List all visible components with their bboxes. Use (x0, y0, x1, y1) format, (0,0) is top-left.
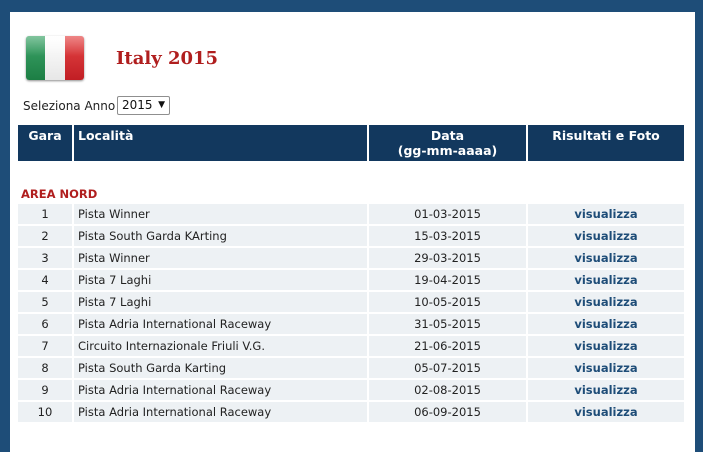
column-header-date: Data (gg-mm-aaaa) (369, 125, 526, 161)
view-results-link[interactable]: visualizza (528, 204, 684, 224)
table-row: 6 Pista Adria International Raceway 31-05-… (18, 314, 684, 334)
page-title: Italy 2015 (116, 48, 219, 69)
column-header-location: Località (74, 125, 367, 161)
race-number: 6 (18, 314, 72, 334)
race-number: 2 (18, 226, 72, 246)
race-date: 19-04-2015 (369, 270, 526, 290)
race-number: 9 (18, 380, 72, 400)
view-results-link[interactable]: visualizza (528, 336, 684, 356)
race-number: 10 (18, 402, 72, 422)
year-select[interactable]: 2015 ▼ (117, 96, 170, 115)
table-row: 10 Pista Adria International Raceway 06-09… (18, 402, 684, 422)
table-row: 3 Pista Winner 29-03-2015 visualizza (18, 248, 684, 268)
view-results-link[interactable]: visualizza (528, 292, 684, 312)
race-date: 15-03-2015 (369, 226, 526, 246)
column-header-results: Risultati e Foto (528, 125, 684, 161)
race-location: Pista Adria International Raceway (74, 402, 367, 422)
race-date: 05-07-2015 (369, 358, 526, 378)
year-select-value: 2015 (122, 98, 153, 112)
race-location: Pista South Garda Karting (74, 358, 367, 378)
race-location: Pista 7 Laghi (74, 270, 367, 290)
race-number: 1 (18, 204, 72, 224)
race-location: Circuito Internazionale Friuli V.G. (74, 336, 367, 356)
content-panel: Italy 2015 Seleziona Anno 2015 ▼ Gara Lo… (10, 12, 695, 452)
table-row: 7 Circuito Internazionale Friuli V.G. 21-0… (18, 336, 684, 356)
race-number: 3 (18, 248, 72, 268)
race-number: 8 (18, 358, 72, 378)
race-date: 01-03-2015 (369, 204, 526, 224)
race-number: 7 (18, 336, 72, 356)
table-header: Gara Località Data (gg-mm-aaaa) Risultat… (18, 125, 684, 161)
race-date: 06-09-2015 (369, 402, 526, 422)
view-results-link[interactable]: visualizza (528, 314, 684, 334)
race-list: 1 Pista Winner 01-03-2015 visualizza 2 Pista … (18, 204, 684, 424)
column-header-race: Gara (18, 125, 72, 161)
table-row: 9 Pista Adria International Raceway 02-08-… (18, 380, 684, 400)
race-date: 02-08-2015 (369, 380, 526, 400)
table-row: 1 Pista Winner 01-03-2015 visualizza (18, 204, 684, 224)
race-location: Pista Adria International Raceway (74, 380, 367, 400)
race-date: 31-05-2015 (369, 314, 526, 334)
table-row: 4 Pista 7 Laghi 19-04-2015 visualizza (18, 270, 684, 290)
view-results-link[interactable]: visualizza (528, 358, 684, 378)
race-location: Pista Adria International Raceway (74, 314, 367, 334)
race-date: 21-06-2015 (369, 336, 526, 356)
view-results-link[interactable]: visualizza (528, 248, 684, 268)
view-results-link[interactable]: visualizza (528, 270, 684, 290)
view-results-link[interactable]: visualizza (528, 402, 684, 422)
table-row: 2 Pista South Garda KArting 15-03-2015 visu… (18, 226, 684, 246)
race-location: Pista Winner (74, 204, 367, 224)
race-number: 4 (18, 270, 72, 290)
year-selector-label: Seleziona Anno (23, 99, 116, 113)
column-header-date-title: Data (430, 128, 465, 143)
race-number: 5 (18, 292, 72, 312)
view-results-link[interactable]: visualizza (528, 380, 684, 400)
section-title: AREA NORD (21, 187, 98, 201)
view-results-link[interactable]: visualizza (528, 226, 684, 246)
table-row: 8 Pista South Garda Karting 05-07-2015 visu… (18, 358, 684, 378)
italy-flag-icon (26, 36, 84, 80)
race-location: Pista South Garda KArting (74, 226, 367, 246)
race-location: Pista 7 Laghi (74, 292, 367, 312)
dropdown-arrow-icon: ▼ (158, 100, 165, 110)
race-location: Pista Winner (74, 248, 367, 268)
column-header-date-format: (gg-mm-aaaa) (397, 143, 498, 158)
race-date: 29-03-2015 (369, 248, 526, 268)
table-row: 5 Pista 7 Laghi 10-05-2015 visualizza (18, 292, 684, 312)
race-date: 10-05-2015 (369, 292, 526, 312)
